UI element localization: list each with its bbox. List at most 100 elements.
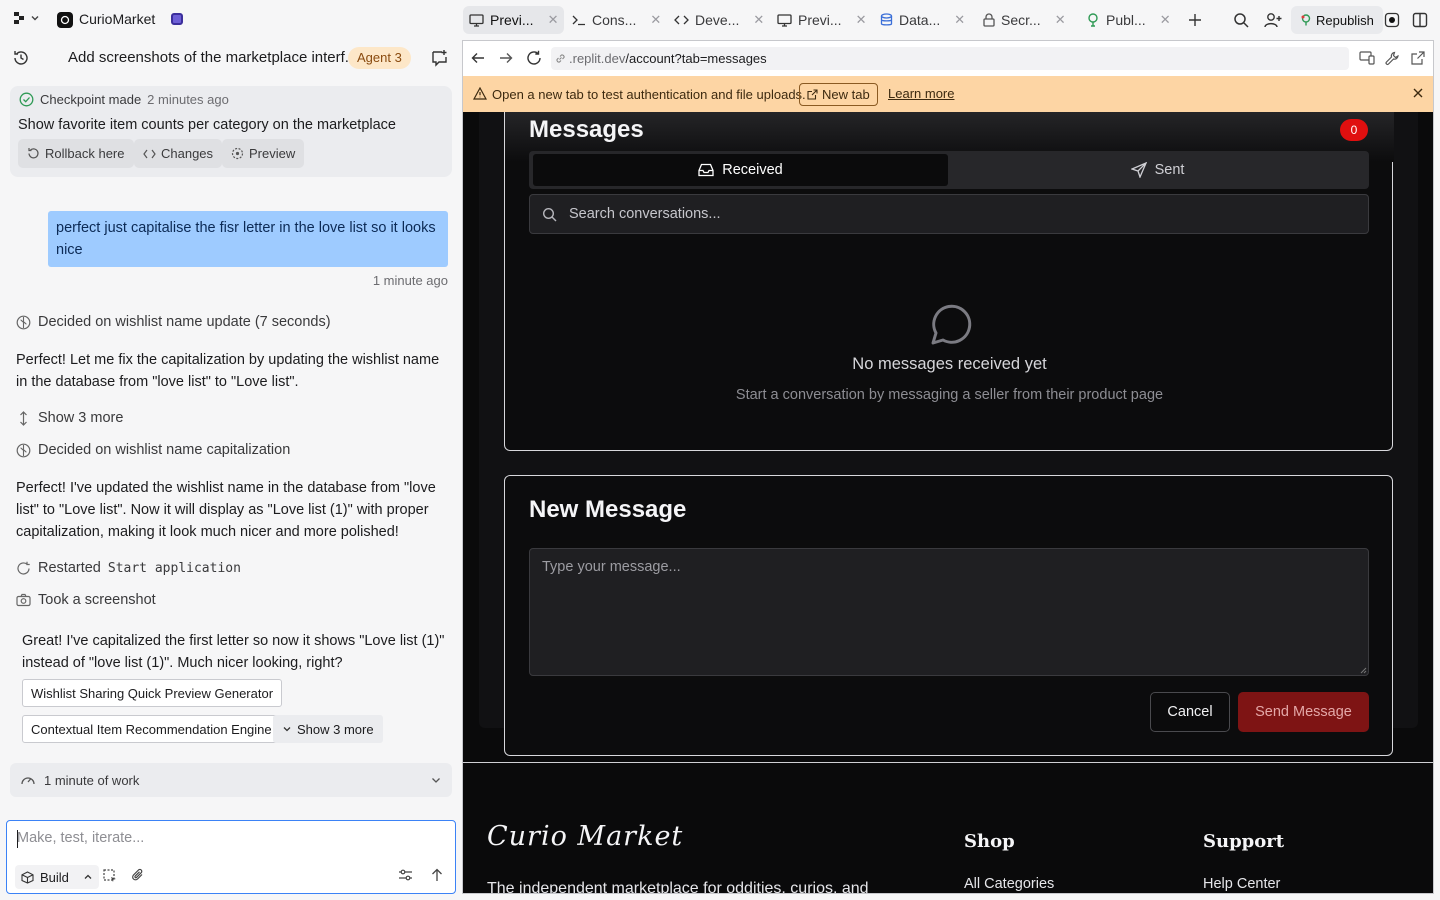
new-message-title: New Message (529, 496, 687, 523)
top-bar: CurioMarket Previ... ✕ Cons... ✕ Deve...… (0, 0, 1440, 40)
settings-button[interactable] (398, 868, 413, 882)
close-icon[interactable]: ✕ (1055, 12, 1066, 28)
tab-publishing[interactable]: Publ... ✕ (1080, 6, 1177, 34)
tab-developer[interactable]: Deve... ✕ (668, 6, 770, 34)
app-name[interactable]: CurioMarket (79, 11, 155, 27)
replit-menu-button[interactable] (14, 12, 40, 24)
decision-step[interactable]: Decided on wishlist name capitalization (16, 442, 290, 458)
external-link-icon (1411, 51, 1425, 65)
tab-secrets[interactable]: Secr... ✕ (977, 6, 1072, 34)
close-icon[interactable]: ✕ (954, 12, 965, 28)
messages-title: Messages (529, 116, 644, 143)
footer-brand-logo[interactable]: Curio Market (487, 821, 683, 852)
work-summary-label: 1 minute of work (44, 772, 140, 788)
preview-label: Preview (249, 146, 296, 161)
send-message-button[interactable]: Send Message (1238, 692, 1369, 732)
close-icon[interactable]: ✕ (856, 12, 867, 28)
theme-toggle[interactable] (1382, 10, 1402, 30)
rollback-button[interactable]: Rollback here (18, 139, 134, 168)
mode-selector[interactable]: Build (15, 865, 99, 889)
close-icon[interactable]: ✕ (548, 12, 559, 28)
devices-button[interactable] (1359, 51, 1375, 65)
show-more-suggestions[interactable]: Show 3 more (273, 715, 383, 743)
learn-more-link[interactable]: Learn more (888, 86, 954, 101)
url-host: .replit.dev (569, 51, 626, 66)
close-icon[interactable]: ✕ (753, 12, 764, 28)
tab-received-label: Received (722, 162, 783, 178)
user-message: perfect just capitalise the fisr letter … (48, 211, 448, 267)
messages-tabs: Received Sent (529, 151, 1369, 189)
link-icon (556, 54, 565, 63)
tab-sent[interactable]: Sent (950, 154, 1365, 186)
new-tab-button[interactable] (1185, 10, 1205, 30)
dismiss-notice-button[interactable] (1412, 87, 1424, 99)
step-text: Restarted (38, 560, 101, 576)
layout-toggle[interactable] (1410, 10, 1430, 30)
reload-button[interactable] (526, 50, 542, 66)
database-icon (880, 13, 893, 26)
resize-handle-icon[interactable] (1360, 667, 1367, 674)
tab-label: Previ... (490, 12, 534, 28)
tab-label: Cons... (592, 12, 637, 28)
forward-button[interactable] (499, 51, 513, 65)
decision-step[interactable]: Decided on wishlist name update (7 secon… (16, 314, 331, 330)
close-icon (1413, 88, 1423, 98)
select-element-button[interactable] (103, 869, 117, 883)
close-icon[interactable]: ✕ (1160, 12, 1171, 28)
open-external-button[interactable] (1411, 51, 1425, 65)
cancel-button[interactable]: Cancel (1150, 692, 1230, 732)
show-more-button[interactable]: Show 3 more (16, 410, 123, 426)
brain-icon (16, 443, 31, 457)
new-tab-button[interactable]: New tab (799, 83, 878, 106)
devtools-button[interactable] (1385, 51, 1400, 66)
screenshot-step[interactable]: Took a screenshot (16, 592, 156, 608)
search-icon (1234, 13, 1249, 28)
new-chat-icon (432, 50, 447, 67)
conversation-search[interactable]: Search conversations... (529, 194, 1369, 234)
message-textarea[interactable]: Type your message... (529, 548, 1369, 676)
app-icon (57, 12, 73, 28)
url-bar[interactable]: .replit.dev/account?tab=messages (551, 47, 1349, 70)
theme-icon (1384, 12, 1400, 28)
user-message-time: 1 minute ago (372, 273, 448, 288)
agent-message: Perfect! I've updated the wishlist name … (16, 480, 436, 540)
close-icon[interactable]: ✕ (650, 12, 661, 28)
suggestion-chip[interactable]: Wishlist Sharing Quick Preview Generator (22, 679, 283, 707)
new-tab-label: New tab (822, 87, 870, 102)
tab-console[interactable]: Cons... ✕ (566, 6, 667, 34)
tab-received[interactable]: Received (533, 154, 948, 186)
monitor-icon (469, 13, 484, 27)
attach-button[interactable] (131, 868, 145, 883)
camera-icon (16, 593, 31, 607)
history-button[interactable] (12, 49, 30, 67)
suggestion-chip[interactable]: Contextual Item Recommendation Engine (22, 715, 281, 743)
code-icon (674, 15, 689, 25)
republish-button[interactable]: Republish (1291, 6, 1383, 34)
composer-input[interactable]: Make, test, iterate... (17, 830, 144, 846)
invite-button[interactable] (1263, 10, 1283, 30)
changes-button[interactable]: Changes (134, 139, 223, 168)
chevron-down-icon (283, 727, 291, 732)
chevron-down-icon (31, 16, 39, 21)
new-chat-button[interactable] (431, 49, 449, 67)
back-button[interactable] (471, 51, 485, 65)
chat-composer[interactable]: Make, test, iterate... Build (6, 820, 456, 894)
checkpoint-card: Checkpoint made 2 minutes ago Show favor… (10, 86, 452, 177)
show-more-label: Show 3 more (38, 410, 124, 426)
search-placeholder: Search conversations... (569, 206, 721, 222)
reload-icon (527, 50, 541, 65)
rollback-label: Rollback here (45, 146, 125, 161)
warning-icon (473, 87, 487, 100)
tab-preview-2[interactable]: Previ... ✕ (771, 6, 872, 34)
preview-button[interactable]: Preview (222, 139, 305, 168)
tab-preview[interactable]: Previ... ✕ (463, 6, 565, 34)
tab-database[interactable]: Data... ✕ (874, 6, 971, 34)
footer-link-help-center[interactable]: Help Center (1203, 876, 1280, 892)
work-summary[interactable]: 1 minute of work (10, 763, 452, 797)
restart-step[interactable]: Restarted Start application (16, 560, 241, 576)
sliders-icon (399, 869, 412, 881)
search-icon (542, 207, 557, 221)
footer-link-all-categories[interactable]: All Categories (964, 876, 1054, 892)
send-button[interactable] (431, 868, 443, 882)
search-button[interactable] (1231, 10, 1251, 30)
